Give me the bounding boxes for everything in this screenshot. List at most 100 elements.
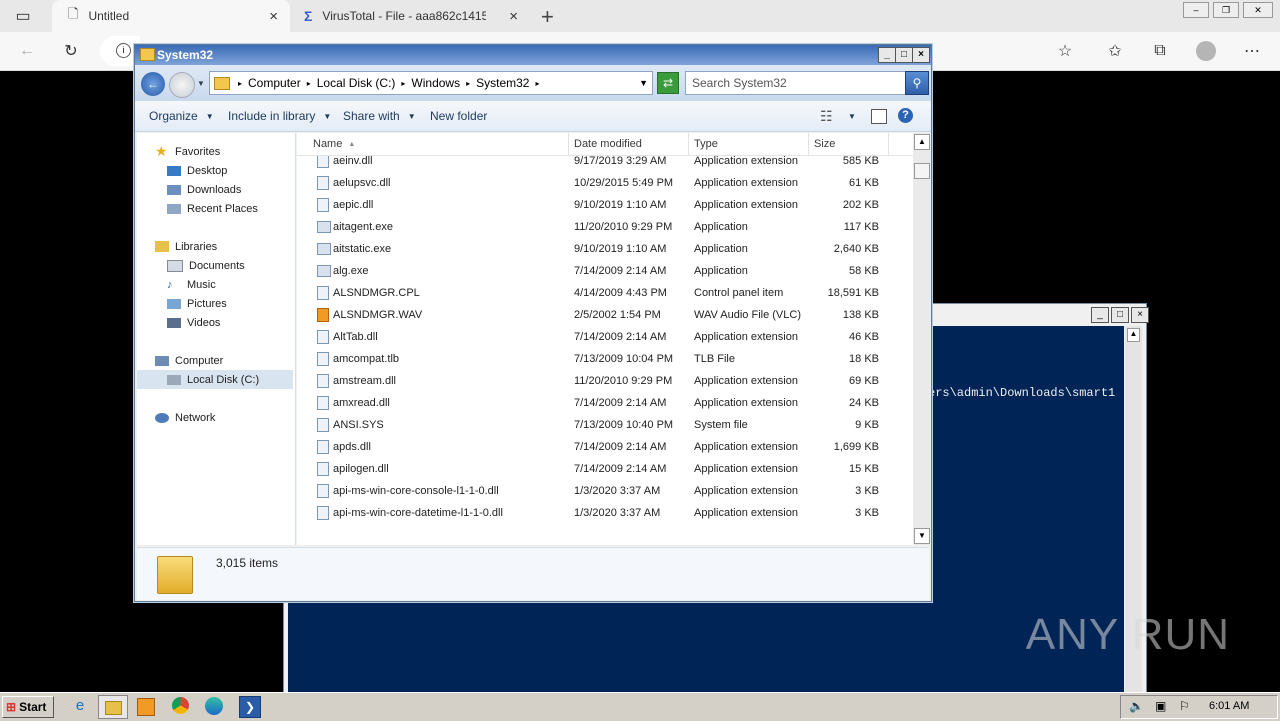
minimize-button[interactable]: –: [1183, 2, 1209, 18]
table-row[interactable]: ALSNDMGR.WAV 2/5/2002 1:54 PM WAV Audio Fi…: [297, 304, 913, 326]
breadcrumb-system32[interactable]: System32: [476, 76, 529, 90]
new-folder-button[interactable]: New folder: [430, 101, 487, 131]
close-button[interactable]: ✕: [1243, 2, 1273, 18]
start-button[interactable]: ⊞ Start: [2, 696, 54, 718]
breadcrumb-local-disk[interactable]: Local Disk (C:): [317, 76, 396, 90]
table-row[interactable]: apds.dll 7/14/2009 2:14 AM Application ext…: [297, 436, 913, 458]
media-player-icon[interactable]: [137, 698, 155, 716]
console-minimize-button[interactable]: _: [1091, 307, 1109, 323]
file-list[interactable]: aeevts.dll7/14/2009 2:03 AMApplication e…: [297, 133, 913, 545]
vertical-scrollbar[interactable]: ▲ ▼: [913, 133, 930, 545]
column-name[interactable]: Name ▲: [307, 133, 569, 155]
table-row[interactable]: aitagent.exe 11/20/2010 9:29 PM Applicatio…: [297, 216, 913, 238]
table-row[interactable]: amstream.dll 11/20/2010 9:29 PM Applicatio…: [297, 370, 913, 392]
new-tab-button[interactable]: +: [541, 4, 554, 30]
breadcrumb-windows[interactable]: Windows: [411, 76, 460, 90]
table-row[interactable]: amcompat.tlb 7/13/2009 10:04 PM TLB File 18…: [297, 348, 913, 370]
collections-icon[interactable]: ⧉: [1145, 36, 1175, 66]
tab-untitled[interactable]: 🗋 Untitled ×: [52, 0, 290, 32]
include-in-library-button[interactable]: Include in library ▼: [228, 101, 331, 131]
clock[interactable]: 6:01 AM: [1209, 700, 1249, 712]
chevron-right-icon[interactable]: ▸: [307, 79, 311, 88]
help-icon[interactable]: ?: [898, 108, 913, 123]
nav-recent-places[interactable]: Recent Places: [167, 199, 258, 218]
table-row[interactable]: api-ms-win-core-console-l1-1-0.dll 1/3/20…: [297, 480, 913, 502]
chrome-icon[interactable]: [172, 697, 189, 714]
powershell-icon[interactable]: ❯: [239, 696, 261, 718]
table-row[interactable]: api-ms-win-core-datetime-l1-1-0.dll 1/3/2…: [297, 502, 913, 524]
preview-pane-icon[interactable]: [871, 109, 887, 124]
table-row[interactable]: aelupsvc.dll 10/29/2015 5:49 PM Applicatio…: [297, 172, 913, 194]
nav-network[interactable]: Network: [155, 408, 215, 427]
edge-icon[interactable]: [205, 697, 223, 715]
search-icon[interactable]: ⚲: [905, 71, 929, 95]
search-input[interactable]: Search System32: [685, 71, 907, 95]
info-icon[interactable]: i: [116, 43, 131, 58]
table-row[interactable]: aepic.dll 9/10/2019 1:10 AM Application ex…: [297, 194, 913, 216]
nav-libraries[interactable]: Libraries: [155, 237, 217, 256]
chevron-right-icon[interactable]: ▸: [535, 79, 539, 88]
table-row[interactable]: apilogen.dll 7/14/2009 2:14 AM Application…: [297, 458, 913, 480]
nav-pictures[interactable]: Pictures: [167, 294, 227, 313]
column-date[interactable]: Date modified: [569, 133, 689, 155]
close-button[interactable]: ×: [912, 47, 930, 63]
column-type[interactable]: Type: [689, 133, 809, 155]
ie-icon[interactable]: e: [70, 697, 90, 717]
scroll-up-icon[interactable]: ▲: [914, 134, 930, 150]
table-row[interactable]: alg.exe 7/14/2009 2:14 AM Application 58 KB: [297, 260, 913, 282]
breadcrumb[interactable]: ▸ Computer ▸ Local Disk (C:) ▸ Windows ▸…: [209, 71, 653, 95]
table-row[interactable]: AltTab.dll 7/14/2009 2:14 AM Application e…: [297, 326, 913, 348]
table-row[interactable]: aitstatic.exe 9/10/2019 1:10 AM Applicatio…: [297, 238, 913, 260]
table-row[interactable]: ANSI.SYS 7/13/2009 10:40 PM System file 9 K…: [297, 414, 913, 436]
refresh-icon[interactable]: ↻: [56, 36, 86, 66]
nav-desktop[interactable]: Desktop: [167, 161, 227, 180]
tab-actions-icon[interactable]: ▭: [8, 1, 38, 31]
console-maximize-button[interactable]: □: [1111, 307, 1129, 323]
volume-icon[interactable]: 🔈: [1129, 699, 1144, 713]
explorer-title-bar[interactable]: System32 _ □ ×: [135, 45, 931, 65]
nav-local-disk[interactable]: Local Disk (C:): [137, 370, 293, 389]
column-size[interactable]: Size: [809, 133, 889, 155]
scroll-down-icon[interactable]: ▼: [914, 528, 930, 544]
refresh-icon[interactable]: ⇄: [657, 72, 679, 94]
nav-computer[interactable]: Computer: [155, 351, 223, 370]
breadcrumb-computer[interactable]: Computer: [248, 76, 301, 90]
tab-virustotal[interactable]: Σ VirusTotal - File - aaa862c14154 ×: [292, 0, 530, 32]
back-arrow-icon[interactable]: ←: [141, 72, 165, 96]
nav-favorites[interactable]: ★ Favorites: [155, 142, 220, 161]
nav-music[interactable]: ♪ Music: [167, 275, 216, 294]
table-row[interactable]: ALSNDMGR.CPL 4/14/2009 4:43 PM Control pan…: [297, 282, 913, 304]
minimize-button[interactable]: _: [878, 47, 896, 63]
address-dropdown-icon[interactable]: ▼: [639, 78, 648, 88]
views-icon[interactable]: ☷: [820, 101, 833, 131]
maximize-button[interactable]: □: [895, 47, 913, 63]
nav-videos[interactable]: Videos: [167, 313, 220, 332]
favorites-icon[interactable]: ✩: [1100, 36, 1130, 66]
views-dropdown-icon[interactable]: ▼: [848, 101, 856, 131]
cell-date: 7/14/2009 2:14 AM: [574, 331, 667, 343]
nav-documents[interactable]: Documents: [167, 256, 245, 275]
organize-button[interactable]: Organize ▼: [149, 101, 214, 131]
chevron-right-icon[interactable]: ▸: [401, 79, 405, 88]
more-menu-icon[interactable]: ⋯: [1237, 36, 1267, 66]
explorer-taskbar-button[interactable]: [98, 695, 128, 719]
tab-close-icon[interactable]: ×: [509, 8, 518, 25]
network-icon[interactable]: ▣: [1155, 699, 1166, 713]
flag-icon[interactable]: ⚐: [1179, 699, 1190, 713]
nav-downloads[interactable]: Downloads: [167, 180, 241, 199]
share-with-button[interactable]: Share with ▼: [343, 101, 416, 131]
restore-button[interactable]: ❐: [1213, 2, 1239, 18]
tab-close-icon[interactable]: ×: [269, 8, 278, 25]
table-row[interactable]: amxread.dll 7/14/2009 2:14 AM Application …: [297, 392, 913, 414]
scroll-up-icon[interactable]: ▲: [1127, 328, 1140, 342]
chevron-right-icon[interactable]: ▸: [238, 79, 242, 88]
back-arrow-icon[interactable]: ←: [12, 36, 42, 66]
profile-avatar[interactable]: [1196, 41, 1216, 61]
chevron-right-icon[interactable]: ▸: [466, 79, 470, 88]
console-close-button[interactable]: ×: [1131, 307, 1149, 323]
explorer-window[interactable]: System32 _ □ × ← ▼ ▸ Computer ▸ Local Di…: [134, 44, 932, 602]
forward-arrow-icon[interactable]: [169, 72, 195, 98]
scroll-thumb[interactable]: [914, 163, 930, 179]
add-favorite-icon[interactable]: ☆: [1050, 36, 1080, 66]
recent-pages-icon[interactable]: ▼: [197, 79, 205, 88]
